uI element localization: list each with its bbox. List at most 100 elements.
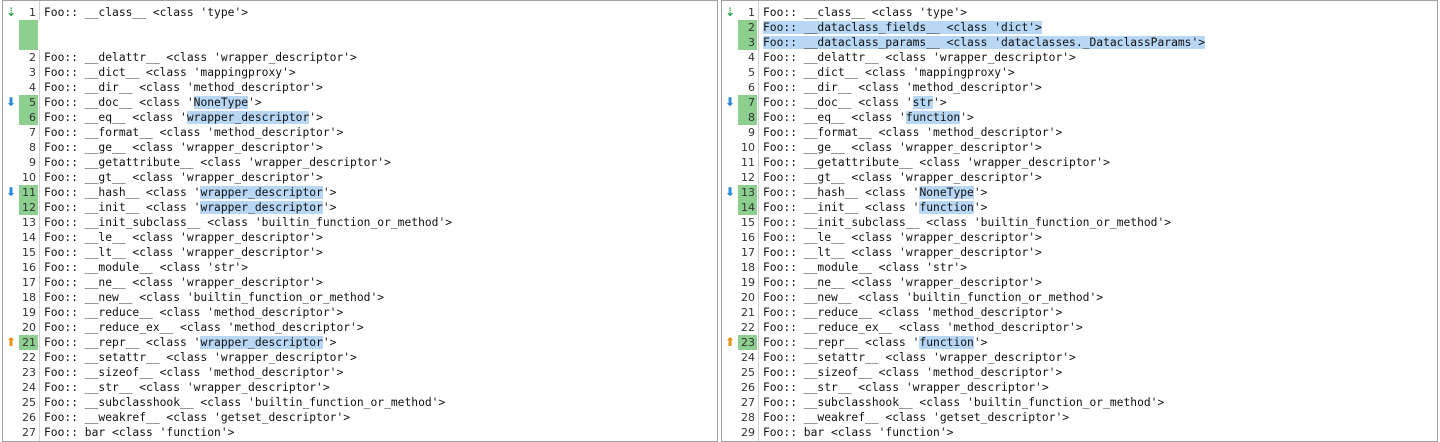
- line-code[interactable]: Foo:: __init__ <class 'wrapper_descripto…: [43, 200, 717, 215]
- line-code[interactable]: Foo:: __gt__ <class 'wrapper_descriptor'…: [762, 170, 1437, 185]
- line-code[interactable]: Foo:: __repr__ <class 'wrapper_descripto…: [43, 335, 717, 350]
- line-code[interactable]: Foo:: __lt__ <class 'wrapper_descriptor'…: [43, 245, 717, 260]
- right-line[interactable]: 22 Foo:: __reduce_ex__ <class 'method_des…: [722, 320, 1437, 335]
- left-line[interactable]: 15 Foo:: __lt__ <class 'wrapper_descripto…: [3, 245, 717, 260]
- line-code[interactable]: Foo:: __format__ <class 'method_descript…: [762, 125, 1437, 140]
- line-code[interactable]: Foo:: __eq__ <class 'function'>: [762, 110, 1437, 125]
- line-code[interactable]: Foo:: __str__ <class 'wrapper_descriptor…: [762, 380, 1437, 395]
- line-code[interactable]: Foo:: __doc__ <class 'NoneType'>: [43, 95, 717, 110]
- line-code[interactable]: Foo:: __doc__ <class 'str'>: [762, 95, 1437, 110]
- left-line[interactable]: ⬇ 5 Foo:: __doc__ <class 'NoneType'>: [3, 95, 717, 110]
- right-line[interactable]: 12 Foo:: __gt__ <class 'wrapper_descripto…: [722, 170, 1437, 185]
- right-line[interactable]: 19 Foo:: __ne__ <class 'wrapper_descripto…: [722, 275, 1437, 290]
- line-code[interactable]: Foo:: __reduce_ex__ <class 'method_descr…: [43, 320, 717, 335]
- line-code[interactable]: Foo:: __weakref__ <class 'getset_descrip…: [762, 410, 1437, 425]
- line-code[interactable]: Foo:: __class__ <class 'type'>: [762, 5, 1437, 20]
- right-line[interactable]: ⬇ 13 Foo:: __hash__ <class 'NoneType'>: [722, 185, 1437, 200]
- line-code[interactable]: Foo:: __module__ <class 'str'>: [43, 260, 717, 275]
- line-code[interactable]: Foo:: __setattr__ <class 'wrapper_descri…: [43, 350, 717, 365]
- line-code[interactable]: Foo:: __init_subclass__ <class 'builtin_…: [762, 215, 1437, 230]
- line-code[interactable]: Foo:: __ne__ <class 'wrapper_descriptor'…: [762, 275, 1437, 290]
- left-line[interactable]: 20 Foo:: __reduce_ex__ <class 'method_des…: [3, 320, 717, 335]
- line-code[interactable]: Foo:: __le__ <class 'wrapper_descriptor'…: [762, 230, 1437, 245]
- next-change-arrow-icon[interactable]: ⬇: [4, 95, 18, 110]
- left-line[interactable]: 12 Foo:: __init__ <class 'wrapper_descrip…: [3, 200, 717, 215]
- right-line[interactable]: 11 Foo:: __getattribute__ <class 'wrapper…: [722, 155, 1437, 170]
- right-line[interactable]: 9 Foo:: __format__ <class 'method_descrip…: [722, 125, 1437, 140]
- left-line[interactable]: 7 Foo:: __format__ <class 'method_descrip…: [3, 125, 717, 140]
- right-line[interactable]: 29 Foo:: bar <class 'function'>: [722, 425, 1437, 440]
- line-code[interactable]: Foo:: __dataclass_params__ <class 'datac…: [762, 35, 1437, 50]
- left-line[interactable]: 14 Foo:: __le__ <class 'wrapper_descripto…: [3, 230, 717, 245]
- prev-change-arrow-icon[interactable]: ⬆: [723, 335, 737, 350]
- right-line[interactable]: 8 Foo:: __eq__ <class 'function'>: [722, 110, 1437, 125]
- line-code[interactable]: Foo:: __getattribute__ <class 'wrapper_d…: [43, 155, 717, 170]
- right-line[interactable]: 14 Foo:: __init__ <class 'function'>: [722, 200, 1437, 215]
- left-line[interactable]: 17 Foo:: __ne__ <class 'wrapper_descripto…: [3, 275, 717, 290]
- line-code[interactable]: [43, 35, 717, 50]
- left-line[interactable]: 22 Foo:: __setattr__ <class 'wrapper_desc…: [3, 350, 717, 365]
- prev-change-arrow-icon[interactable]: ⬆: [4, 335, 18, 350]
- line-code[interactable]: Foo:: __le__ <class 'wrapper_descriptor'…: [43, 230, 717, 245]
- next-change-arrow-icon[interactable]: ⬇: [4, 185, 18, 200]
- right-line[interactable]: 5 Foo:: __dict__ <class 'mappingproxy'>: [722, 65, 1437, 80]
- left-line[interactable]: ⇣ 1 Foo:: __class__ <class 'type'>: [3, 5, 717, 20]
- left-line[interactable]: 6 Foo:: __eq__ <class 'wrapper_descriptor…: [3, 110, 717, 125]
- right-line[interactable]: 20 Foo:: __new__ <class 'builtin_function…: [722, 290, 1437, 305]
- line-code[interactable]: Foo:: __dir__ <class 'method_descriptor'…: [762, 80, 1437, 95]
- line-code[interactable]: Foo:: __delattr__ <class 'wrapper_descri…: [762, 50, 1437, 65]
- right-line[interactable]: 25 Foo:: __sizeof__ <class 'method_descri…: [722, 365, 1437, 380]
- right-line[interactable]: 16 Foo:: __le__ <class 'wrapper_descripto…: [722, 230, 1437, 245]
- left-line[interactable]: [3, 35, 717, 50]
- right-line[interactable]: ⇣ 1 Foo:: __class__ <class 'type'>: [722, 5, 1437, 20]
- first-change-arrow-icon[interactable]: ⇣: [723, 5, 737, 20]
- right-line[interactable]: 28 Foo:: __weakref__ <class 'getset_descr…: [722, 410, 1437, 425]
- left-line[interactable]: 10 Foo:: __gt__ <class 'wrapper_descripto…: [3, 170, 717, 185]
- line-code[interactable]: Foo:: __sizeof__ <class 'method_descript…: [762, 365, 1437, 380]
- right-line[interactable]: ⬆ 23 Foo:: __repr__ <class 'function'>: [722, 335, 1437, 350]
- line-code[interactable]: Foo:: __hash__ <class 'NoneType'>: [762, 185, 1437, 200]
- line-code[interactable]: Foo:: __gt__ <class 'wrapper_descriptor'…: [43, 170, 717, 185]
- line-code[interactable]: [43, 20, 717, 35]
- left-line[interactable]: ⬆ 21 Foo:: __repr__ <class 'wrapper_descri…: [3, 335, 717, 350]
- line-code[interactable]: Foo:: __new__ <class 'builtin_function_o…: [762, 290, 1437, 305]
- line-code[interactable]: Foo:: __dir__ <class 'method_descriptor'…: [43, 80, 717, 95]
- right-line[interactable]: 27 Foo:: __subclasshook__ <class 'builtin…: [722, 395, 1437, 410]
- left-line[interactable]: 8 Foo:: __ge__ <class 'wrapper_descriptor…: [3, 140, 717, 155]
- left-line[interactable]: 18 Foo:: __new__ <class 'builtin_function…: [3, 290, 717, 305]
- left-line[interactable]: 25 Foo:: __subclasshook__ <class 'builtin…: [3, 395, 717, 410]
- left-line[interactable]: 19 Foo:: __reduce__ <class 'method_descri…: [3, 305, 717, 320]
- left-line[interactable]: 23 Foo:: __sizeof__ <class 'method_descri…: [3, 365, 717, 380]
- right-line[interactable]: 2 Foo:: __dataclass_fields__ <class 'dict…: [722, 20, 1437, 35]
- line-code[interactable]: Foo:: __format__ <class 'method_descript…: [43, 125, 717, 140]
- line-code[interactable]: Foo:: __weakref__ <class 'getset_descrip…: [43, 410, 717, 425]
- left-line[interactable]: 26 Foo:: __weakref__ <class 'getset_descr…: [3, 410, 717, 425]
- line-code[interactable]: Foo:: __sizeof__ <class 'method_descript…: [43, 365, 717, 380]
- left-line[interactable]: 27 Foo:: bar <class 'function'>: [3, 425, 717, 440]
- line-code[interactable]: Foo:: __ge__ <class 'wrapper_descriptor'…: [43, 140, 717, 155]
- line-code[interactable]: Foo:: __module__ <class 'str'>: [762, 260, 1437, 275]
- line-code[interactable]: Foo:: __lt__ <class 'wrapper_descriptor'…: [762, 245, 1437, 260]
- line-code[interactable]: Foo:: __setattr__ <class 'wrapper_descri…: [762, 350, 1437, 365]
- left-line[interactable]: [3, 20, 717, 35]
- line-code[interactable]: Foo:: __class__ <class 'type'>: [43, 5, 717, 20]
- line-code[interactable]: Foo:: __reduce__ <class 'method_descript…: [43, 305, 717, 320]
- line-code[interactable]: Foo:: __getattribute__ <class 'wrapper_d…: [762, 155, 1437, 170]
- left-line[interactable]: 9 Foo:: __getattribute__ <class 'wrapper_…: [3, 155, 717, 170]
- right-line[interactable]: ⬇ 7 Foo:: __doc__ <class 'str'>: [722, 95, 1437, 110]
- line-code[interactable]: Foo:: __dict__ <class 'mappingproxy'>: [762, 65, 1437, 80]
- right-line[interactable]: 4 Foo:: __delattr__ <class 'wrapper_descr…: [722, 50, 1437, 65]
- left-line[interactable]: 3 Foo:: __dict__ <class 'mappingproxy'>: [3, 65, 717, 80]
- right-line[interactable]: 18 Foo:: __module__ <class 'str'>: [722, 260, 1437, 275]
- left-line[interactable]: ⬇ 11 Foo:: __hash__ <class 'wrapper_descri…: [3, 185, 717, 200]
- left-line[interactable]: 4 Foo:: __dir__ <class 'method_descriptor…: [3, 80, 717, 95]
- line-code[interactable]: Foo:: __dataclass_fields__ <class 'dict'…: [762, 20, 1437, 35]
- right-line[interactable]: 15 Foo:: __init_subclass__ <class 'builti…: [722, 215, 1437, 230]
- line-code[interactable]: Foo:: __repr__ <class 'function'>: [762, 335, 1437, 350]
- next-change-arrow-icon[interactable]: ⬇: [723, 185, 737, 200]
- left-line[interactable]: 16 Foo:: __module__ <class 'str'>: [3, 260, 717, 275]
- next-change-arrow-icon[interactable]: ⬇: [723, 95, 737, 110]
- right-line[interactable]: 3 Foo:: __dataclass_params__ <class 'data…: [722, 35, 1437, 50]
- line-code[interactable]: Foo:: __new__ <class 'builtin_function_o…: [43, 290, 717, 305]
- left-line[interactable]: 2 Foo:: __delattr__ <class 'wrapper_descr…: [3, 50, 717, 65]
